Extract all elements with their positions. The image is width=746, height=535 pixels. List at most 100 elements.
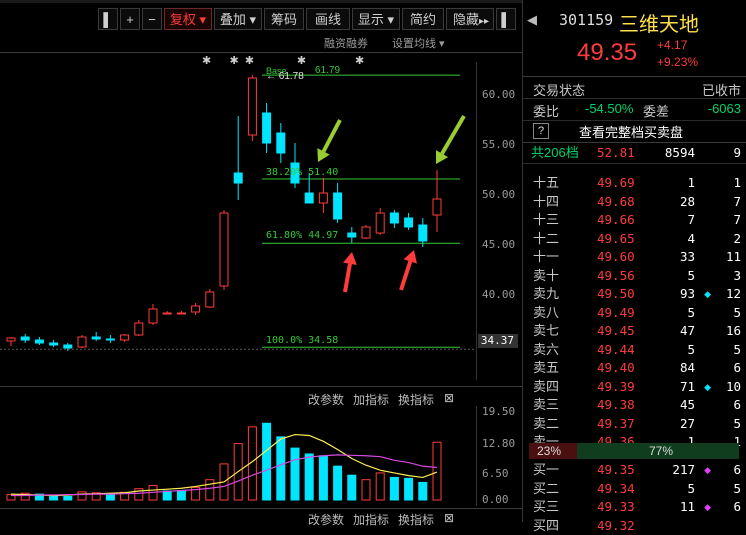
level-volume: 7 bbox=[687, 212, 695, 227]
order-book-row[interactable]: 十一 49.60 33 11 bbox=[523, 248, 746, 266]
level-price: 49.60 bbox=[597, 249, 635, 264]
kline-chart-area[interactable]: ▌ + − 复权 ▾ 叠加 ▾ 筹码 画线 显示 ▾ 简约 隐藏▸▸ ▌ 融资融… bbox=[0, 0, 522, 527]
order-book-row[interactable]: 卖八 49.49 5 5 bbox=[523, 304, 746, 322]
volume-bar bbox=[375, 472, 385, 501]
order-book-row[interactable]: 十五 49.69 1 1 bbox=[523, 174, 746, 192]
large-order-icon: ◆ bbox=[704, 289, 711, 299]
simple-button[interactable]: 简约 bbox=[402, 8, 444, 30]
candle-body bbox=[389, 212, 399, 224]
y-tick: 55.00 bbox=[482, 138, 516, 151]
order-book-row[interactable]: 买三 49.33 11 ◆ 6 bbox=[523, 498, 746, 516]
order-book-row[interactable]: 十二 49.65 4 2 bbox=[523, 230, 746, 248]
candle-body bbox=[375, 212, 385, 234]
display-dropdown[interactable]: 显示 ▾ bbox=[352, 8, 400, 30]
level-label: 卖三 bbox=[533, 397, 560, 412]
candle-body bbox=[318, 192, 328, 204]
level-count: 2 bbox=[733, 230, 741, 246]
candle-body bbox=[262, 112, 272, 144]
draw-line-button[interactable]: 画线 bbox=[306, 8, 350, 30]
top-strip bbox=[0, 0, 522, 3]
order-book-row[interactable]: 卖二 49.37 27 5 bbox=[523, 415, 746, 433]
vol-y-tick: 19.50 bbox=[482, 405, 516, 418]
full-order-book-link[interactable]: 查看完整档买卖盘 bbox=[579, 122, 683, 141]
candle-body bbox=[134, 322, 144, 336]
level-count: 16 bbox=[725, 323, 741, 338]
left-tool-button[interactable]: ▌ bbox=[98, 8, 118, 30]
order-book-row[interactable]: 买二 49.34 5 5 bbox=[523, 480, 746, 498]
add-indicator-link-2[interactable]: 加指标 bbox=[353, 511, 389, 528]
high-label: ← 61.78 bbox=[266, 71, 304, 82]
level-count: 6 bbox=[733, 360, 741, 375]
double-arrow-icon: ▸▸ bbox=[479, 16, 490, 27]
order-book-row[interactable]: 十三 49.66 7 7 bbox=[523, 211, 746, 229]
volume-bar bbox=[63, 495, 73, 501]
level-volume: 71 bbox=[679, 378, 695, 394]
fib-618-label: 61.80% 44.97 bbox=[266, 230, 339, 241]
level-volume: 4 bbox=[687, 230, 695, 246]
order-book-row[interactable]: 卖五 49.40 84 6 bbox=[523, 359, 746, 377]
bid-ask-ratio-bar: 23% 77% bbox=[529, 443, 739, 459]
total-levels-row: 共206档 52.81 8594 9 bbox=[523, 144, 746, 162]
volume-bar bbox=[49, 494, 59, 501]
edit-params-link-2[interactable]: 改参数 bbox=[308, 511, 344, 528]
current-price-tag: 34.37 bbox=[478, 334, 518, 348]
ma-settings-link[interactable]: 设置均线 ▾ bbox=[392, 35, 445, 51]
level-count: 6 bbox=[733, 397, 741, 412]
price-chart[interactable] bbox=[0, 62, 476, 380]
close-icon[interactable]: ⊠ bbox=[444, 511, 454, 525]
collapse-left-icon[interactable]: ◀ bbox=[527, 12, 537, 28]
level-count: 10 bbox=[725, 378, 741, 394]
close-icon[interactable]: ⊠ bbox=[444, 391, 454, 405]
total-volume: 8594 bbox=[664, 145, 695, 160]
level-price: 49.66 bbox=[597, 212, 635, 227]
total-count: 9 bbox=[733, 145, 741, 160]
divider bbox=[523, 76, 746, 77]
level-count: 1 bbox=[733, 175, 741, 190]
volume-bar bbox=[404, 477, 414, 501]
add-button[interactable]: + bbox=[120, 8, 140, 30]
total-price: 52.81 bbox=[597, 145, 635, 160]
order-book-row[interactable]: 卖九 49.50 93 ◆ 12 bbox=[523, 285, 746, 303]
hide-button[interactable]: 隐藏▸▸ bbox=[446, 8, 494, 30]
order-book-row[interactable]: 卖六 49.44 5 5 bbox=[523, 341, 746, 359]
margin-trading-link[interactable]: 融资融券 bbox=[324, 35, 368, 51]
volume-bar bbox=[290, 447, 300, 501]
order-book-row[interactable]: 买一 49.35 217 ◆ 6 bbox=[523, 461, 746, 479]
vol-y-tick: 0.00 bbox=[482, 493, 509, 506]
order-book-row[interactable]: 买四 49.32 bbox=[523, 517, 746, 535]
minus-button[interactable]: − bbox=[142, 8, 162, 30]
high-label-2: 61.79 bbox=[315, 65, 341, 76]
fuquan-dropdown[interactable]: 复权 ▾ bbox=[164, 8, 212, 30]
quote-panel: ◀ 301159 三维天地 49.35 +4.17 +9.23% 交易状态 已收… bbox=[522, 0, 746, 533]
chips-button[interactable]: 筹码 bbox=[264, 8, 304, 30]
level-label: 卖七 bbox=[533, 323, 560, 338]
level-price: 49.37 bbox=[597, 415, 635, 431]
collapse-toggle[interactable]: ▌ bbox=[496, 8, 516, 30]
weibi-label: 委比 bbox=[533, 104, 560, 119]
order-book-row[interactable]: 卖十 49.56 5 3 bbox=[523, 267, 746, 285]
order-book-row[interactable]: 十四 49.68 28 7 bbox=[523, 193, 746, 211]
divider bbox=[523, 98, 746, 99]
candle-body bbox=[404, 217, 414, 228]
order-book-row[interactable]: 卖七 49.45 47 16 bbox=[523, 322, 746, 340]
order-book-row[interactable]: 卖三 49.38 45 6 bbox=[523, 396, 746, 414]
level-label: 买四 bbox=[533, 517, 560, 533]
switch-indicator-link-2[interactable]: 换指标 bbox=[398, 511, 434, 528]
order-book-row[interactable]: 卖四 49.39 71 ◆ 10 bbox=[523, 378, 746, 396]
level-volume: 5 bbox=[687, 480, 695, 496]
level-count: 6 bbox=[733, 462, 741, 477]
large-order-icon: ◆ bbox=[704, 465, 711, 475]
vol-y-tick: 12.80 bbox=[482, 437, 516, 450]
level-count: 5 bbox=[733, 480, 741, 496]
overlay-dropdown[interactable]: 叠加 ▾ bbox=[214, 8, 262, 30]
volume-chart[interactable] bbox=[0, 406, 476, 506]
candle-body bbox=[6, 337, 16, 342]
fib-100-label: 100.0% 34.58 bbox=[266, 335, 339, 346]
candle-body bbox=[34, 339, 44, 344]
candle-body bbox=[63, 344, 73, 349]
level-count: 7 bbox=[733, 212, 741, 227]
level-label: 买一 bbox=[533, 462, 560, 477]
help-icon[interactable]: ? bbox=[533, 123, 549, 139]
candle-body bbox=[20, 336, 30, 341]
candle-body bbox=[105, 338, 115, 341]
